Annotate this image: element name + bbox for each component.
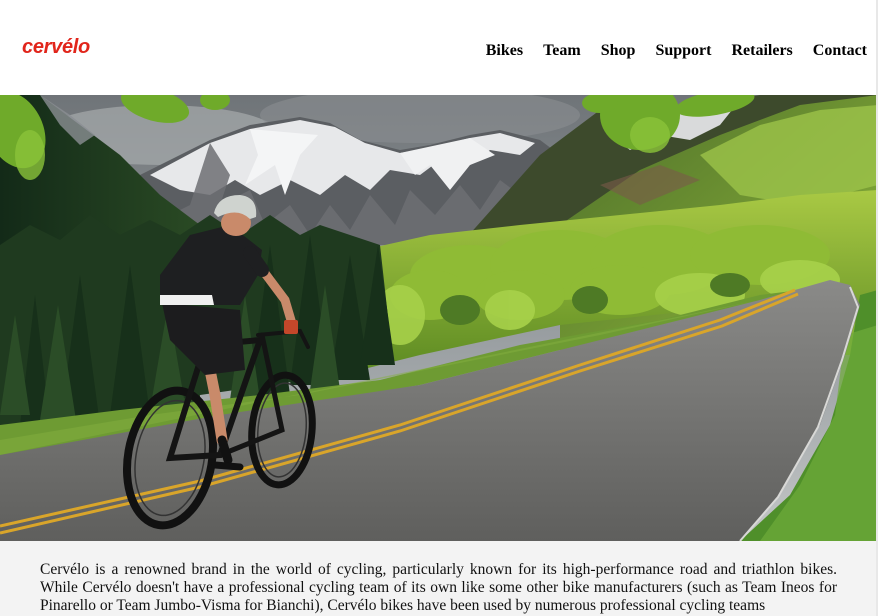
hero-photo-illustration [0, 95, 878, 541]
intro-paragraph: Cervélo is a renowned brand in the world… [40, 561, 837, 614]
site-header: cervélo Bikes Team Shop Support Retailer… [0, 0, 878, 95]
nav-shop[interactable]: Shop [601, 40, 636, 62]
intro-section: Cervélo is a renowned brand in the world… [0, 541, 878, 616]
nav-retailers[interactable]: Retailers [731, 40, 792, 62]
nav-team[interactable]: Team [543, 40, 581, 62]
nav-bikes[interactable]: Bikes [486, 40, 523, 62]
cervelo-logo[interactable]: cervélo [22, 33, 90, 61]
hero-image [0, 95, 878, 541]
nav-contact[interactable]: Contact [813, 40, 867, 62]
main-nav: Bikes Team Shop Support Retailers Contac… [486, 40, 867, 62]
nav-support[interactable]: Support [655, 40, 711, 62]
